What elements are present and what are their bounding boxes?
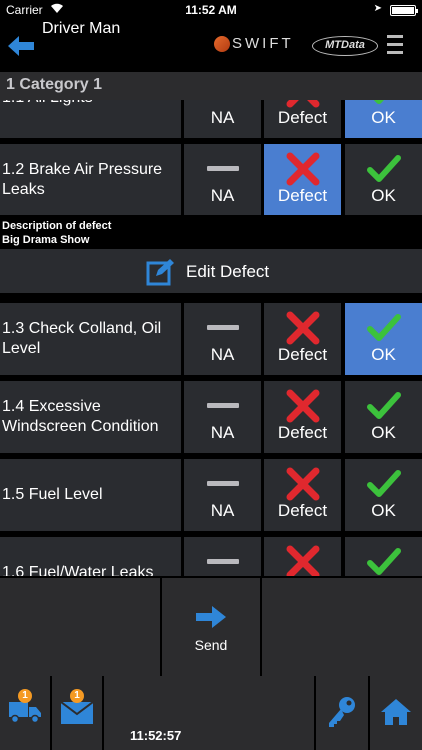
defect-button[interactable]: Defect <box>264 381 341 453</box>
defect-button[interactable]: Defect <box>264 100 341 138</box>
edit-icon <box>146 259 174 286</box>
ok-button[interactable]: OK <box>345 303 422 375</box>
ok-button[interactable]: OK <box>345 537 422 576</box>
defect-button[interactable]: Defect <box>264 144 341 216</box>
mtdata-logo: MTData <box>312 36 378 56</box>
status-bar: Carrier 11:52 AM ➤ <box>0 0 422 20</box>
inspection-list[interactable]: 1.1 All Lights NA Defect OK 1.2 Brake Ai… <box>0 100 422 576</box>
messages-button[interactable]: 1 <box>52 676 102 750</box>
ok-button[interactable]: OK <box>345 381 422 453</box>
send-panel-spacer <box>262 578 422 676</box>
key-icon <box>329 697 355 727</box>
login-button[interactable] <box>316 676 368 750</box>
na-button[interactable]: NA <box>184 100 261 138</box>
category-label: 1 Category 1 <box>6 76 103 93</box>
cross-icon <box>286 152 320 186</box>
defect-description: Description of defect Big Drama Show <box>0 215 422 249</box>
item-name: 1.3 Check Colland, Oil Level <box>0 303 181 375</box>
ok-button[interactable]: OK <box>345 100 422 138</box>
swift-mark-icon <box>214 35 230 52</box>
dash-icon <box>207 559 239 564</box>
mail-icon <box>61 702 93 724</box>
ok-button[interactable]: OK <box>345 144 422 216</box>
check-icon <box>367 548 401 575</box>
check-icon <box>373 100 384 104</box>
item-name: 1.5 Fuel Level <box>0 459 181 531</box>
battery-icon <box>390 5 418 16</box>
item-name: 1.1 All Lights <box>0 100 181 138</box>
inspection-row: 1.4 Excessive Windscreen Condition NA De… <box>0 381 422 453</box>
app-header: Driver Man SWIFT MTData <box>0 20 422 72</box>
send-arrow-icon <box>196 606 226 628</box>
send-panel: Send <box>0 576 422 676</box>
edit-defect-label: Edit Defect <box>186 262 270 281</box>
item-name: 1.2 Brake Air Pressure Leaks <box>0 144 181 216</box>
dash-icon <box>207 481 239 486</box>
cross-icon <box>286 100 320 108</box>
inspection-row: 1.2 Brake Air Pressure Leaks NA Defect O… <box>0 144 422 216</box>
truck-icon <box>9 702 41 724</box>
page-title: Driver Man <box>42 20 121 37</box>
inspection-row: 1.6 Fuel/Water Leaks NA Defect OK <box>0 537 422 576</box>
dash-icon <box>207 403 239 408</box>
na-button[interactable]: NA <box>184 303 261 375</box>
cross-icon <box>286 389 320 423</box>
send-button[interactable]: Send <box>162 578 260 676</box>
defect-description-heading: Description of defect <box>2 220 112 232</box>
defect-button[interactable]: Defect <box>264 459 341 531</box>
dash-icon <box>207 325 239 330</box>
defect-description-text: Big Drama Show <box>2 234 90 246</box>
na-button[interactable]: NA <box>184 459 261 531</box>
status-time: 11:52 AM <box>185 3 237 17</box>
inspection-row: 1.1 All Lights NA Defect OK <box>0 100 422 138</box>
ok-button[interactable]: OK <box>345 459 422 531</box>
messages-badge: 1 <box>70 689 84 703</box>
home-icon <box>381 699 411 725</box>
menu-icon[interactable] <box>387 35 403 59</box>
home-button[interactable] <box>370 676 422 750</box>
item-name: 1.4 Excessive Windscreen Condition <box>0 381 181 453</box>
vehicle-button[interactable]: 1 <box>0 676 50 750</box>
check-icon <box>367 155 401 182</box>
cross-icon <box>286 545 320 576</box>
dash-icon <box>206 100 240 108</box>
bottom-toolbar: 1 1 11:52:57 <box>0 676 422 750</box>
defect-button[interactable]: Defect <box>264 537 341 576</box>
check-icon <box>367 392 401 419</box>
vehicle-badge: 1 <box>18 689 32 703</box>
defect-button[interactable]: Defect <box>264 303 341 375</box>
item-name: 1.6 Fuel/Water Leaks <box>0 537 181 576</box>
na-button[interactable]: NA <box>184 381 261 453</box>
cross-icon <box>286 311 320 345</box>
send-label: Send <box>194 637 228 653</box>
check-icon <box>367 314 401 341</box>
dash-icon <box>207 166 239 171</box>
location-icon: ➤ <box>373 3 382 14</box>
category-header: 1 Category 1 <box>0 72 422 100</box>
swift-logo-text: SWIFT <box>232 35 294 52</box>
edit-defect-button[interactable]: Edit Defect <box>0 249 422 293</box>
swift-logo: SWIFT <box>214 35 294 52</box>
check-icon <box>367 470 401 497</box>
inspection-row: 1.3 Check Colland, Oil Level NA Defect O… <box>0 303 422 375</box>
inspection-row: 1.5 Fuel Level NA Defect OK <box>0 459 422 531</box>
clock-panel: 11:52:57 <box>104 676 314 750</box>
back-arrow-icon[interactable] <box>6 34 36 58</box>
send-panel-spacer <box>0 578 160 676</box>
current-time: 11:52:57 <box>130 728 182 743</box>
na-button[interactable]: NA <box>184 537 261 576</box>
na-button[interactable]: NA <box>184 144 261 216</box>
cross-icon <box>286 467 320 501</box>
